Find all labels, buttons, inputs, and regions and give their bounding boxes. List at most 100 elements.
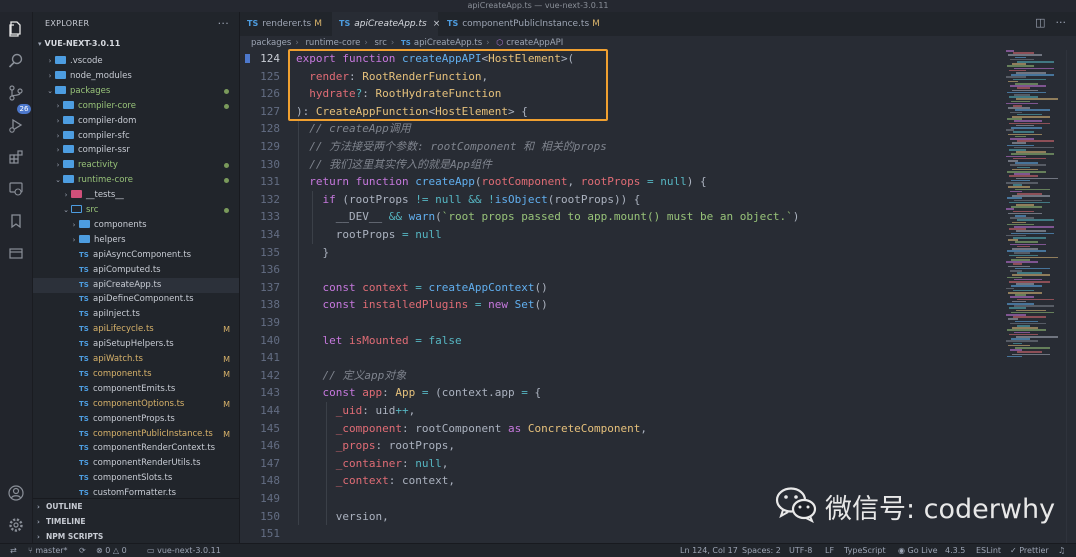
code-editor[interactable]: 124 125 126 127 128 129 130 131 132 133 134 135 136 1… (240, 50, 1076, 543)
folder-item[interactable]: › helpers (33, 233, 239, 248)
more-actions-icon[interactable]: ··· (218, 12, 229, 36)
folder-item[interactable]: › components (33, 218, 239, 233)
tab-apicreateapp[interactable]: TS apiCreateApp.ts × (332, 12, 440, 36)
code-line[interactable]: _context: context, (296, 472, 455, 490)
code-line[interactable]: const context = createAppContext() (296, 279, 548, 297)
status-bar: ⇄ ⑂ master* ⟳ ⊗ 0 △ 0 ▭ vue-next-3.0.11 … (0, 543, 1076, 557)
minimap[interactable] (1006, 50, 1066, 370)
code-line[interactable]: // 定义app对象 (296, 367, 406, 385)
file-item[interactable]: TS componentOptions.ts M (33, 397, 239, 412)
branch-status[interactable]: ⑂ master* (28, 544, 68, 557)
sync-icon[interactable]: ⟳ (79, 544, 86, 557)
file-item[interactable]: TS apiSetupHelpers.ts (33, 337, 239, 352)
file-item[interactable]: TS apiInject.ts (33, 307, 239, 322)
code-line[interactable]: _uid: uid++, (296, 402, 416, 420)
code-line[interactable]: version, (296, 508, 389, 526)
run-debug-icon[interactable] (6, 116, 26, 136)
code-line[interactable]: _component: rootComponent as ConcreteCom… (296, 420, 647, 438)
breadcrumb-item[interactable]: runtime-core (305, 38, 360, 48)
eol-status[interactable]: LF (825, 544, 834, 557)
search-icon[interactable] (6, 52, 26, 72)
folder-item[interactable]: › __tests__ (33, 188, 239, 203)
code-line[interactable]: } (296, 244, 329, 262)
folder-item[interactable]: › .vscode (33, 54, 239, 69)
code-line[interactable]: // createApp调用 (296, 120, 410, 138)
files-icon[interactable] (6, 20, 26, 40)
editor-scrollbar[interactable] (1066, 50, 1076, 543)
language-mode[interactable]: TypeScript (844, 544, 886, 557)
folder-item[interactable]: › compiler-core (33, 99, 239, 114)
file-item[interactable]: TS apiComputed.ts (33, 263, 239, 278)
line-number: 145 (260, 421, 280, 435)
tree-item-label: packages (70, 85, 111, 96)
code-line[interactable]: __DEV__ && warn(`root props passed to ap… (296, 208, 800, 226)
ts-file-icon: TS (247, 19, 259, 28)
remote-explorer-icon[interactable] (6, 180, 26, 200)
file-item[interactable]: TS apiDefineComponent.ts (33, 292, 239, 307)
code-line[interactable]: let isMounted = false (296, 332, 462, 350)
ts-version[interactable]: 4.3.5 (945, 544, 965, 557)
problems-status[interactable]: ⊗ 0 △ 0 (96, 544, 127, 557)
folder-item[interactable]: › node_modules (33, 69, 239, 84)
file-item[interactable]: TS componentSlots.ts (33, 471, 239, 486)
source-control-badge: 26 (17, 104, 31, 114)
encoding-status[interactable]: UTF-8 (789, 544, 812, 557)
file-item[interactable]: TS apiWatch.ts M (33, 352, 239, 367)
remote-icon[interactable]: ⇄ (10, 544, 17, 557)
folder-item[interactable]: › compiler-ssr (33, 143, 239, 158)
project-root[interactable]: ▾ VUE-NEXT-3.0.11 (33, 36, 239, 52)
code-line[interactable]: // 方法接受两个参数: rootComponent 和 相关的props (296, 138, 607, 156)
folder-item[interactable]: ⌄ src (33, 203, 239, 218)
breadcrumb-item[interactable]: apiCreateApp.ts (414, 38, 482, 48)
section-outline[interactable]: › OUTLINE (33, 499, 239, 514)
file-item[interactable]: TS apiLifecycle.ts M (33, 322, 239, 337)
code-line[interactable]: const installedPlugins = new Set() (296, 296, 548, 314)
folder-item[interactable]: › reactivity (33, 158, 239, 173)
breadcrumb-item[interactable]: packages (251, 38, 291, 48)
prettier-status[interactable]: ✓ Prettier (1010, 544, 1049, 557)
file-item[interactable]: TS componentPublicInstance.ts M (33, 427, 239, 442)
code-line[interactable]: if (rootProps != null && !isObject(rootP… (296, 191, 641, 209)
tab-renderer[interactable]: TS renderer.ts M (240, 12, 330, 36)
more-actions-icon[interactable]: ··· (1056, 16, 1067, 29)
file-item[interactable]: TS componentProps.ts (33, 412, 239, 427)
account-icon[interactable] (6, 484, 26, 504)
cursor-position[interactable]: Ln 124, Col 17 (680, 544, 738, 557)
folder-item[interactable]: ⌄ packages (33, 84, 239, 99)
extensions-icon[interactable] (6, 148, 26, 168)
go-live-status[interactable]: ◉ Go Live (898, 544, 938, 557)
file-item[interactable]: TS apiCreateApp.ts (33, 277, 239, 293)
tab-componentpublicinstance[interactable]: TS componentPublicInstance.ts M (440, 12, 600, 36)
breadcrumb-item[interactable]: src (375, 38, 387, 48)
code-line[interactable]: return function createApp(rootComponent,… (296, 173, 706, 191)
breadcrumb-item[interactable]: createAppAPI (506, 38, 563, 48)
file-item[interactable]: TS componentRenderUtils.ts (33, 456, 239, 471)
line-number: 147 (260, 456, 280, 470)
code-line[interactable]: // 我们这里其实传入的就是App组件 (296, 156, 492, 174)
folder-item[interactable]: ⌄ runtime-core (33, 173, 239, 188)
section-timeline[interactable]: › TIMELINE (33, 514, 239, 529)
bookmarks-icon[interactable] (6, 212, 26, 232)
code-line[interactable]: _container: null, (296, 455, 449, 473)
code-line[interactable]: const app: App = (context.app = { (296, 384, 542, 402)
ts-file-icon: TS (79, 340, 89, 349)
code-line[interactable]: rootProps = null (296, 226, 442, 244)
file-item[interactable]: TS apiAsyncComponent.ts (33, 248, 239, 263)
folder-item[interactable]: › compiler-dom (33, 114, 239, 129)
file-item[interactable]: TS component.ts M (33, 367, 239, 382)
line-number: 138 (260, 298, 280, 312)
notifications-icon[interactable]: ♫ (1058, 544, 1065, 557)
settings-gear-icon[interactable] (6, 516, 26, 536)
eslint-status[interactable]: ESLint (976, 544, 1001, 557)
file-item[interactable]: TS componentRenderContext.ts (33, 441, 239, 456)
project-status[interactable]: ▭ vue-next-3.0.11 (147, 544, 221, 557)
source-control-icon[interactable] (6, 84, 26, 104)
indentation-status[interactable]: Spaces: 2 (742, 544, 781, 557)
file-item[interactable]: TS componentEmits.ts (33, 382, 239, 397)
section-npm-scripts[interactable]: › NPM SCRIPTS (33, 529, 239, 543)
tree-item-label: reactivity (78, 160, 118, 171)
folder-item[interactable]: › compiler-sfc (33, 129, 239, 144)
folder-stack-icon[interactable] (6, 244, 26, 264)
split-editor-icon[interactable]: ◫ (1035, 16, 1045, 29)
code-line[interactable]: _props: rootProps, (296, 437, 455, 455)
